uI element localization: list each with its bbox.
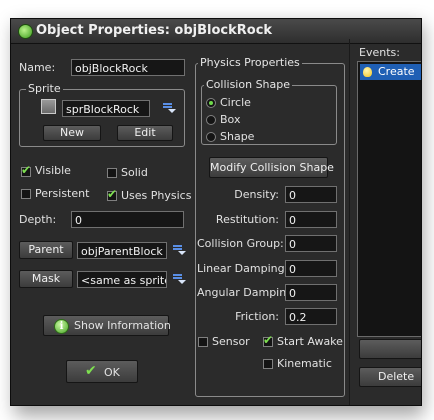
title-bar[interactable]: Object Properties: objBlockRock xyxy=(11,19,421,44)
solid-checkbox[interactable] xyxy=(107,168,117,178)
start-awake-checkbox[interactable] xyxy=(263,333,273,347)
angular-damping-label: Angular Damping: xyxy=(197,286,297,299)
sensor-label: Sensor xyxy=(212,335,250,348)
parent-input[interactable]: objParentBlock xyxy=(77,242,167,259)
edit-sprite-button[interactable]: Edit xyxy=(117,125,173,141)
parent-button[interactable]: Parent xyxy=(19,241,73,259)
persistent-label: Persistent xyxy=(35,187,90,200)
lightbulb-icon xyxy=(363,67,372,77)
sensor-checkbox[interactable] xyxy=(198,337,208,347)
sprite-thumbnail xyxy=(41,99,56,114)
density-input[interactable]: 0 xyxy=(285,186,337,203)
sprite-group-title: Sprite xyxy=(26,82,63,95)
box-radio[interactable] xyxy=(206,115,216,125)
visible-checkbox[interactable] xyxy=(21,163,31,177)
box-label: Box xyxy=(220,113,241,126)
ok-button[interactable]: ✔ OK xyxy=(66,360,138,383)
delete-event-button[interactable]: Delete xyxy=(359,367,421,387)
events-list[interactable]: Create xyxy=(357,61,421,337)
event-item-create[interactable]: Create xyxy=(360,64,421,80)
uses-physics-label: Uses Physics xyxy=(121,189,192,202)
ok-label: OK xyxy=(104,366,120,379)
sprite-input[interactable]: sprBlockRock xyxy=(62,100,150,117)
info-icon: i xyxy=(54,319,69,334)
new-sprite-button[interactable]: New xyxy=(43,125,101,141)
visible-label: Visible xyxy=(35,164,71,177)
mask-input[interactable]: <same as sprite> xyxy=(77,271,167,288)
density-label: Density: xyxy=(234,188,279,201)
object-properties-window: Object Properties: objBlockRock Name: ob… xyxy=(10,18,422,406)
mask-menu-icon[interactable] xyxy=(172,273,186,285)
depth-label: Depth: xyxy=(19,213,57,226)
collision-group-label: Collision Group: xyxy=(197,237,284,250)
event-item-label: Create xyxy=(378,65,415,78)
window-title: Object Properties: objBlockRock xyxy=(36,23,273,38)
persistent-checkbox[interactable] xyxy=(21,189,31,199)
linear-damping-label: Linear Damping: xyxy=(197,262,289,275)
linear-damping-input[interactable]: 0 xyxy=(285,260,337,277)
modify-collision-shape-button[interactable]: Modify Collision Shape xyxy=(209,157,334,178)
column-divider xyxy=(349,39,350,405)
name-label: Name: xyxy=(19,61,56,74)
sprite-menu-icon[interactable] xyxy=(162,102,176,114)
start-awake-label: Start Awake xyxy=(277,335,343,348)
mask-button[interactable]: Mask xyxy=(19,270,73,288)
circle-label: Circle xyxy=(220,96,251,109)
restitution-input[interactable]: 0 xyxy=(285,211,337,228)
solid-label: Solid xyxy=(121,166,148,179)
show-information-button[interactable]: i Show Information xyxy=(43,315,171,336)
events-label: Events: xyxy=(359,46,400,59)
parent-menu-icon[interactable] xyxy=(172,244,186,256)
events-upper-button[interactable] xyxy=(359,339,421,359)
uses-physics-checkbox[interactable] xyxy=(107,187,117,201)
shape-radio[interactable] xyxy=(206,132,216,142)
physics-group-title: Physics Properties xyxy=(198,56,302,69)
circle-radio[interactable] xyxy=(206,98,216,108)
collision-group-input[interactable]: 0 xyxy=(285,235,337,252)
kinematic-checkbox[interactable] xyxy=(263,359,273,369)
angular-damping-input[interactable]: 0 xyxy=(285,284,337,301)
friction-label: Friction: xyxy=(235,310,279,323)
collision-shape-title: Collision Shape xyxy=(204,78,293,91)
friction-input[interactable]: 0.2 xyxy=(285,308,337,325)
restitution-label: Restitution: xyxy=(215,213,279,226)
name-input[interactable]: objBlockRock xyxy=(71,59,185,76)
checkmark-icon: ✔ xyxy=(85,363,97,379)
kinematic-label: Kinematic xyxy=(277,357,332,370)
show-information-label: Show Information xyxy=(74,319,171,332)
shape-label: Shape xyxy=(220,130,255,143)
depth-input[interactable]: 0 xyxy=(71,211,184,228)
object-icon xyxy=(18,24,33,39)
